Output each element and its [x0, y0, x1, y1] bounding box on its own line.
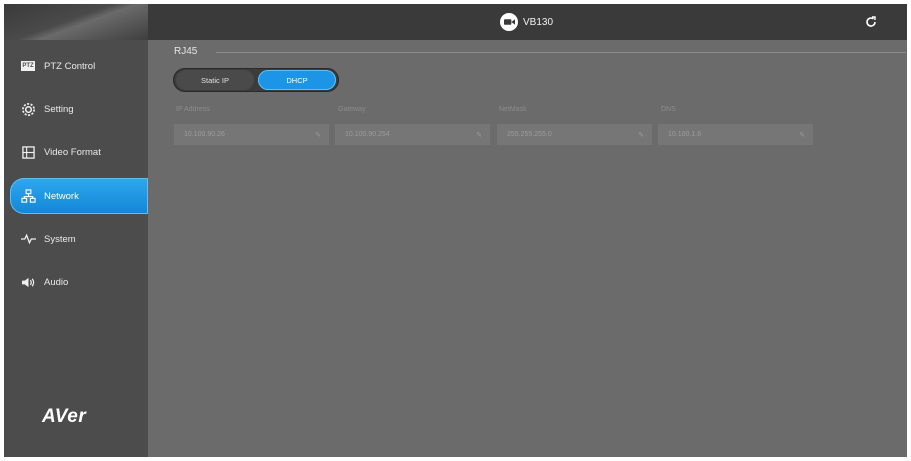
- netmask-field[interactable]: 255.255.255.0 ✎: [497, 124, 652, 145]
- edit-icon: ✎: [799, 131, 805, 139]
- sidebar-item-label: Video Format: [44, 146, 101, 158]
- top-bar: VB130: [148, 4, 907, 40]
- device-indicator: VB130: [500, 13, 553, 31]
- gateway-value: 10.100.90.254: [345, 131, 390, 138]
- edit-icon: ✎: [315, 131, 321, 139]
- aver-logo: AVer: [42, 406, 87, 427]
- sidebar-item-network[interactable]: Network: [10, 178, 148, 214]
- sidebar-item-video-format[interactable]: Video Format: [4, 134, 148, 170]
- ip-mode-toggle: Static IP DHCP: [173, 68, 339, 92]
- sidebar-item-label: System: [44, 233, 76, 245]
- speaker-icon: [20, 274, 36, 290]
- ptz-icon: PTZ: [21, 61, 35, 71]
- gateway-label: Gateway: [338, 106, 366, 113]
- sidebar-item-label: Network: [44, 190, 79, 202]
- pulse-icon: [20, 231, 36, 247]
- static-ip-option[interactable]: Static IP: [176, 70, 254, 90]
- netmask-label: NetMask: [499, 106, 527, 113]
- device-name: VB130: [523, 16, 554, 28]
- dns-label: DNS: [661, 106, 676, 113]
- film-icon: [20, 144, 36, 160]
- sidebar-item-ptz-control[interactable]: PTZ PTZ Control: [4, 48, 148, 84]
- edit-icon: ✎: [638, 131, 644, 139]
- ip-address-value: 10.100.90.26: [184, 131, 225, 138]
- ip-address-field[interactable]: 10.100.90.26 ✎: [174, 124, 329, 145]
- gear-icon: [20, 101, 36, 117]
- dns-field[interactable]: 10.100.1.6 ✎: [658, 124, 813, 145]
- sidebar-item-label: PTZ Control: [44, 60, 96, 72]
- section-title: RJ45: [174, 46, 198, 57]
- section-divider: [216, 52, 906, 53]
- ip-address-label: IP Address: [176, 106, 210, 113]
- app-window: PTZ PTZ Control Setting Video Format Net…: [4, 4, 907, 457]
- sidebar-item-setting[interactable]: Setting: [4, 91, 148, 127]
- sidebar-item-label: Setting: [44, 103, 74, 115]
- edit-icon: ✎: [476, 131, 482, 139]
- gateway-field[interactable]: 10.100.90.254 ✎: [335, 124, 490, 145]
- sidebar-header: [4, 4, 148, 40]
- sidebar-item-audio[interactable]: Audio: [4, 264, 148, 300]
- refresh-icon[interactable]: [863, 14, 879, 30]
- network-icon: [20, 188, 36, 204]
- sidebar: PTZ PTZ Control Setting Video Format Net…: [4, 4, 148, 457]
- dns-value: 10.100.1.6: [668, 131, 702, 138]
- netmask-value: 255.255.255.0: [507, 131, 552, 138]
- dhcp-option[interactable]: DHCP: [258, 70, 336, 90]
- sidebar-item-label: Audio: [44, 276, 69, 288]
- camera-icon: [500, 13, 518, 31]
- sidebar-item-system[interactable]: System: [4, 221, 148, 257]
- network-panel: RJ45 Static IP DHCP IP Address 10.100.90…: [148, 40, 907, 457]
